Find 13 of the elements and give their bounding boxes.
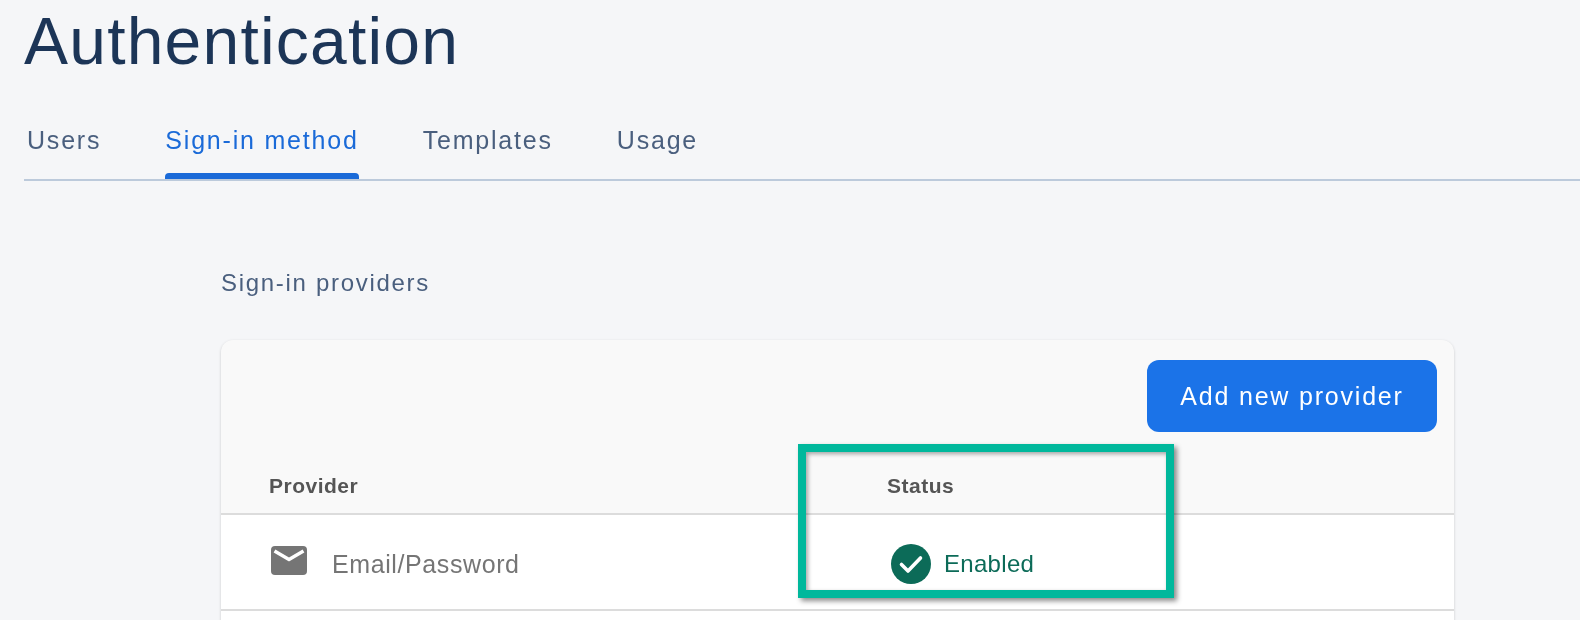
status-text: Enabled [944,550,1035,578]
page-title: Authentication [24,3,460,77]
tab[interactable]: Templates [422,120,553,179]
tab[interactable]: Users [27,120,102,179]
mail-icon [271,545,307,575]
section-heading: Sign-in providers [221,268,430,298]
add-provider-button[interactable]: Add new provider [1147,360,1437,432]
column-header: Status [887,473,955,498]
tab[interactable]: Sign-in method [165,120,359,179]
tab[interactable]: Usage [616,120,699,179]
table-row[interactable]: Email/Password Enabled [221,515,1454,611]
provider-name: Email/Password [332,549,520,579]
column-header: Provider [269,473,359,498]
